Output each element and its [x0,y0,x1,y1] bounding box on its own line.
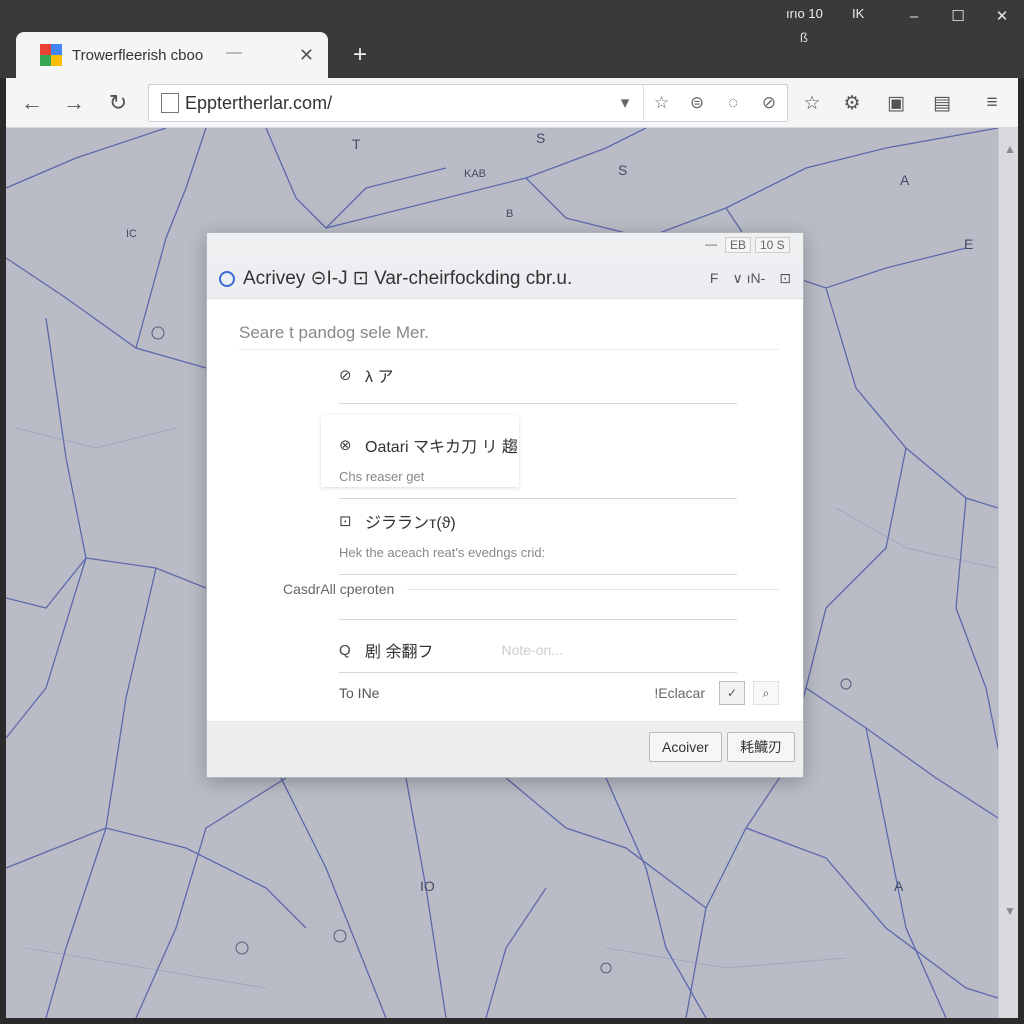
list-item-label: 剧 余翻フ [365,644,434,661]
bookmark-star-icon[interactable]: ☆ [643,85,679,121]
dialog-top-strip: — EB 10 S [207,233,803,259]
list-item[interactable]: ⊡ ジラランт(ϑ) Hek the aceach reat's evedngs … [339,509,737,575]
tag-icon: ⊘ [339,367,352,384]
divider [239,349,779,350]
dialog-footer: Acoiver 耗鱵刃 [207,721,803,777]
scroll-down-icon[interactable]: ▼ [1004,904,1016,918]
tab-close-icon[interactable]: ✕ [299,45,314,66]
map-label: B [506,208,514,220]
dialog-title: Acrivey ⊝I-J ⊡ Var-cheirfockding cbr.u. [243,268,573,289]
modal-dialog: — EB 10 S Acrivey ⊝I-J ⊡ Var-cheirfockdi… [206,232,804,778]
gear-cluster-icon: ⊗ [339,437,352,454]
search-button[interactable]: ⌕ [753,681,779,705]
expand-icon[interactable]: ⊡ [779,270,791,287]
vertical-scrollbar[interactable]: ▲ ▼ [998,128,1018,1018]
zoom-icon[interactable]: ◌ [715,85,751,121]
dialog-header: Acrivey ⊝I-J ⊡ Var-cheirfockding cbr.u. … [207,259,803,299]
primary-button[interactable]: Acoiver [649,732,722,762]
translate-icon[interactable]: ⊜ [679,85,715,121]
search-icon: Q [339,641,351,659]
list-item[interactable]: Q 剧 余翻フ Note-on... [339,619,737,673]
map-label: S [536,130,546,146]
reload-button[interactable]: ↻ [100,86,136,120]
dialog-tag-b[interactable]: 10 S [755,237,790,253]
browser-toolbar: ← → ↻ Epptertherlar.com/ ▾ ☆ ⊜ ◌ ⊘ ☆ ⚙ ▣… [6,78,1018,128]
divider [339,498,737,499]
settings-gear-icon[interactable]: ⚙ [834,86,870,120]
app-icon: ⊡ [339,513,352,530]
tab-separator: — [226,44,242,61]
dropdown-icon[interactable]: ▾ [607,85,643,121]
tab-title: Trowerfleerish cboo [72,46,204,64]
secondary-button[interactable]: 耗鱵刃 [727,732,795,762]
list-item-subtext: Chs reaser get [339,469,425,484]
maximize-button[interactable]: ☐ [936,0,980,32]
divider [339,574,737,575]
map-label: A [894,878,904,894]
forward-button[interactable]: → [56,86,92,120]
page-icon [161,93,179,113]
dialog-app-icon [219,270,235,287]
minimize-button[interactable]: – [892,0,936,32]
map-label: E [964,236,974,252]
url-text[interactable]: Epptertherlar.com/ [185,93,607,114]
divider [407,589,779,590]
section-label: CasdrAll cperoten [283,581,395,597]
collections-icon[interactable]: ▣ [878,86,914,120]
share-icon[interactable]: ▤ [924,86,960,120]
map-label: T [352,136,361,152]
dialog-header-controls: F ∨ ıN- ⊡ [710,270,791,287]
address-bar[interactable]: Epptertherlar.com/ ▾ ☆ ⊜ ◌ ⊘ [148,84,788,122]
bottom-right-text: !Eclacar [654,685,705,701]
list-item-label: λ ア [365,369,394,386]
confirm-check-button[interactable]: ✓ [719,681,745,705]
list-item-subtext: Hek the aceach reat's evedngs crid: [339,545,546,560]
faded-text: Note-on... [501,642,563,658]
scroll-up-icon[interactable]: ▲ [1004,142,1016,156]
window-controls: – ☐ ✕ [892,0,1024,32]
new-tab-button[interactable]: + [340,40,380,70]
map-label: IO [420,878,435,894]
map-label: S [618,162,628,178]
list-item-label: Oatari マキカ刀 リ 趨 [365,439,518,456]
extension-icon[interactable]: ⊘ [751,85,787,121]
map-label: IC [126,228,137,240]
title-bar: ırıo 10 IK ß – ☐ ✕ Trowerfleerish cboo —… [0,0,1024,78]
favorites-icon[interactable]: ☆ [794,86,830,120]
dialog-bottom-row: To INe !Eclacar ✓ ⌕ [339,681,779,705]
close-window-button[interactable]: ✕ [980,0,1024,32]
window-status-text: ırıo 10 [786,6,823,21]
search-field[interactable]: Seare t pandog sele Mer. [239,323,429,343]
dialog-minimize-icon[interactable]: — [701,237,721,251]
menu-icon[interactable]: ≡ [974,86,1010,120]
list-item[interactable]: ⊘ λ ア [339,363,737,404]
view-options-dropdown[interactable]: ∨ ıN- [732,270,765,287]
format-icon[interactable]: F [710,270,719,287]
map-label: KAB [464,168,487,180]
browser-tab[interactable]: Trowerfleerish cboo — ✕ [16,32,328,78]
dialog-tag-a[interactable]: EB [725,237,752,253]
browser-logo-icon [40,44,62,66]
bottom-left-text: To INe [339,685,380,701]
dialog-body: Seare t pandog sele Mer. ⊘ λ ア ⊗ Oatari マキ… [207,299,803,723]
list-item[interactable]: ⊗ Oatari マキカ刀 リ 趨 Chs reaser get [339,433,737,499]
list-item-label: ジラランт(ϑ) [365,515,456,532]
back-button[interactable]: ← [14,86,50,120]
window-status-text-3: ß [800,30,808,45]
window-status-text-2: IK [852,6,865,21]
divider [339,672,737,673]
divider [339,403,737,404]
map-label: A [900,172,910,188]
